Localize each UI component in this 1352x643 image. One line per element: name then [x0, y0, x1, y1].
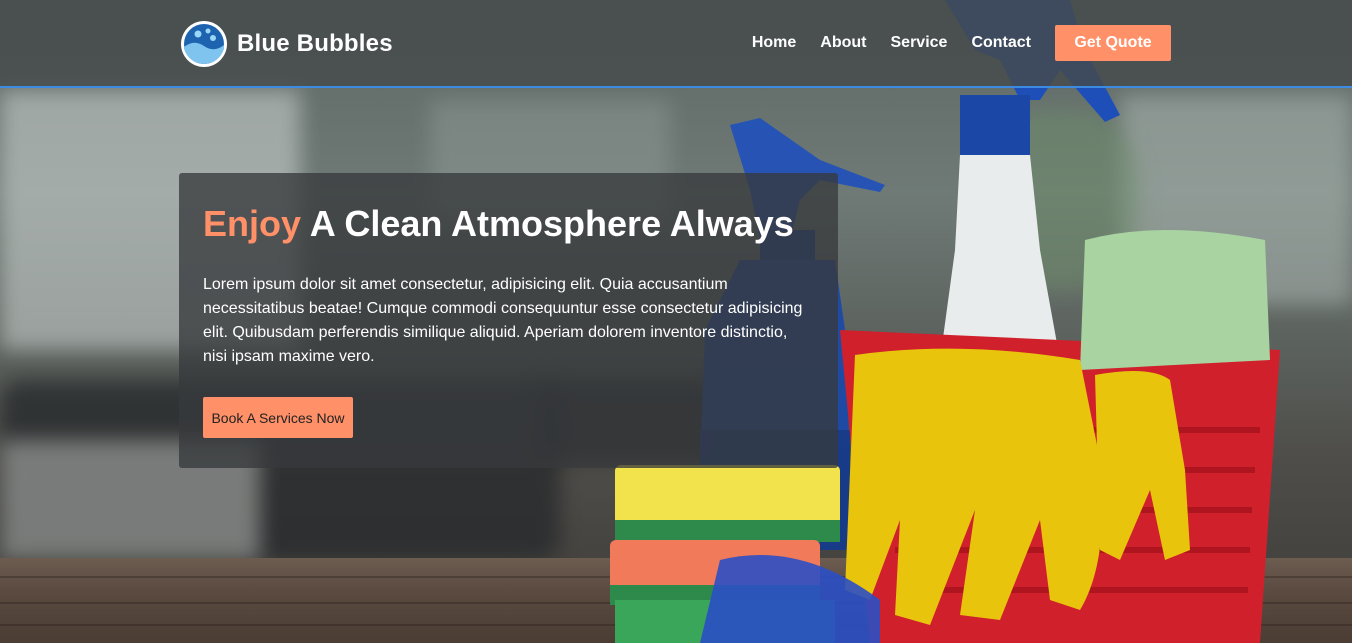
site-header: Blue Bubbles Home About Service Contact … [0, 0, 1352, 88]
green-towel [1080, 230, 1270, 370]
hero-title-rest: A Clean Atmosphere Always [309, 203, 794, 244]
bubbles-logo-icon [181, 21, 227, 67]
hero-title-accent: Enjoy [203, 203, 302, 244]
nav-service-link[interactable]: Service [891, 25, 948, 61]
main-nav: Home About Service Contact Get Quote [752, 25, 1171, 61]
brand-name: Blue Bubbles [237, 30, 393, 57]
hero-description: Lorem ipsum dolor sit amet consectetur, … [203, 276, 803, 365]
hero-card: Enjoy A Clean Atmosphere Always Lorem ip… [179, 173, 838, 468]
book-service-button[interactable]: Book A Services Now [203, 397, 353, 438]
hero-title: Enjoy A Clean Atmosphere Always [203, 201, 814, 247]
brand-logo[interactable]: Blue Bubbles [179, 19, 393, 69]
nav-home-link[interactable]: Home [752, 25, 796, 61]
get-quote-button[interactable]: Get Quote [1055, 25, 1171, 61]
nav-about-link[interactable]: About [820, 25, 866, 61]
nav-contact-link[interactable]: Contact [971, 25, 1031, 61]
